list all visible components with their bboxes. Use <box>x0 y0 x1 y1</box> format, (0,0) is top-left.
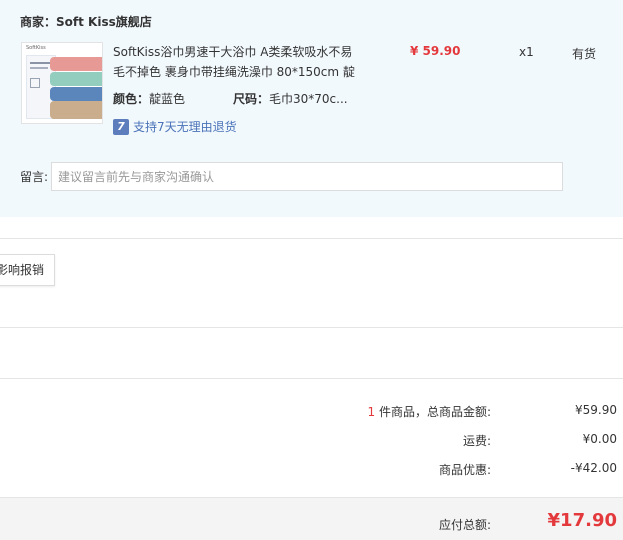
shop-name[interactable]: 商家：Soft Kiss旗舰店 <box>20 13 152 30</box>
product-quantity: x1 <box>519 45 534 59</box>
discount-label: 商品优惠: <box>438 463 491 477</box>
shop-label: 商家： <box>20 15 57 29</box>
shop-order-panel: 商家：Soft Kiss旗舰店 SoftKiss SoftKiss浴巾男速干大浴… <box>0 0 623 217</box>
spec-size-label: 尺码： <box>233 92 270 106</box>
product-price: ¥ 59.90 <box>410 44 461 58</box>
summary-total-label: 1 件商品，总商品金额: <box>368 403 492 420</box>
payable-label: 应付总额: <box>438 518 491 532</box>
seven-day-return-icon: 7 <box>113 118 129 135</box>
shop-name-text[interactable]: Soft Kiss旗舰店 <box>56 15 152 29</box>
divider <box>0 378 623 379</box>
spec-color-value: 靛蓝色 <box>149 92 186 106</box>
divider <box>0 327 623 328</box>
payable-value: ¥17.90 <box>547 510 617 531</box>
towel-blue-image <box>50 87 102 101</box>
shipping-value: ¥0.00 <box>582 432 617 446</box>
item-count: 1 <box>367 405 376 419</box>
summary-shipping-row: 运费: ¥0.00 <box>0 432 623 452</box>
item-count-suffix: 件商品，总商品金额: <box>375 405 491 419</box>
product-thumbnail[interactable]: SoftKiss <box>21 42 103 124</box>
discount-value: -¥42.00 <box>570 461 617 475</box>
spec-color-label: 颜色： <box>113 92 150 106</box>
stock-status: 有货 <box>572 47 597 61</box>
spec-size: 尺码：毛巾30*70c... <box>233 90 348 107</box>
message-label: 留言: <box>20 170 49 184</box>
towel-pink-image <box>50 57 102 71</box>
summary-total-value: ¥59.90 <box>575 403 617 417</box>
return-policy[interactable]: 7 支持7天无理由退货 <box>113 118 237 136</box>
shipping-label: 运费: <box>462 434 491 448</box>
payable-total-bar: 应付总额: ¥17.90 <box>0 497 623 540</box>
summary-total-row: 1 件商品，总商品金额: ¥59.90 <box>0 403 623 423</box>
product-title[interactable]: SoftKiss浴巾男速干大浴巾 A类柔软吸水不易毛不掉色 裹身巾带挂绳洗澡巾 … <box>113 42 357 82</box>
summary-discount-row: 商品优惠: -¥42.00 <box>0 461 623 481</box>
spec-color: 颜色：靛蓝色 <box>113 90 185 107</box>
spec-size-value: 毛巾30*70c... <box>269 92 348 106</box>
invoice-button[interactable]: 影响报销 <box>0 254 55 286</box>
message-input[interactable] <box>51 162 563 191</box>
thumbnail-brand: SoftKiss <box>26 45 46 51</box>
divider <box>0 238 623 239</box>
towel-beige-image <box>50 101 102 119</box>
return-policy-text[interactable]: 支持7天无理由退货 <box>133 120 237 134</box>
towel-mint-image <box>50 72 102 86</box>
